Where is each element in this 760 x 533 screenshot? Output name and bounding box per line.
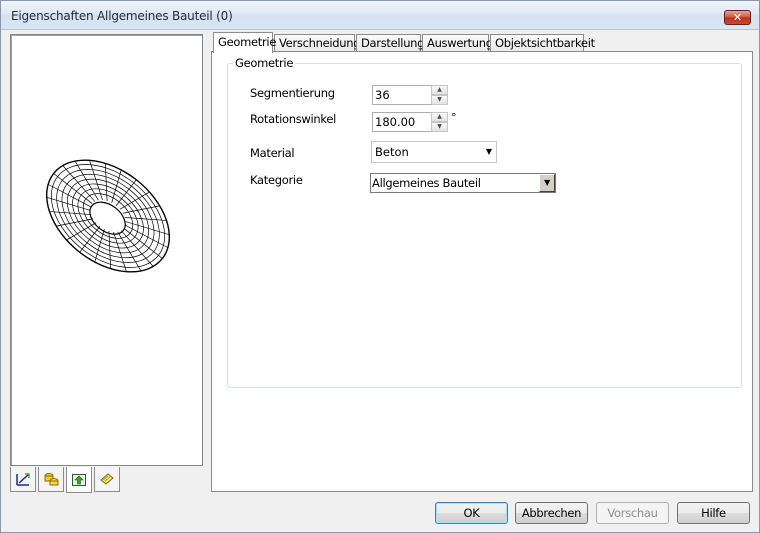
- ok-button[interactable]: OK: [435, 502, 508, 524]
- cancel-button[interactable]: Abbrechen: [515, 502, 588, 524]
- chevron-down-icon[interactable]: ▼: [539, 174, 555, 192]
- material-label: Material: [250, 146, 295, 160]
- material-value: Beton: [375, 145, 409, 159]
- group-title: Geometrie: [233, 56, 296, 70]
- torus-wireframe-preview: [45, 159, 171, 273]
- tab-auswertung[interactable]: Auswertung: [422, 34, 493, 52]
- spin-down-icon[interactable]: ▼: [431, 95, 448, 105]
- coins-icon: [44, 473, 59, 486]
- material-select[interactable]: Beton ▼: [371, 141, 497, 163]
- degree-unit: °: [451, 111, 457, 124]
- kategorie-select[interactable]: Allgemeines Bauteil ▼: [370, 173, 556, 193]
- help-button[interactable]: Hilfe: [677, 502, 750, 524]
- green-arrow-icon: [72, 473, 86, 486]
- tab-darstellung[interactable]: Darstellung: [356, 34, 424, 52]
- rotationswinkel-label: Rotationswinkel: [250, 112, 336, 126]
- tab-geometrie[interactable]: Geometrie: [213, 32, 276, 53]
- window-title: Eigenschaften Allgemeines Bauteil (0): [11, 9, 233, 23]
- preview-tab-coins[interactable]: [38, 467, 64, 492]
- spin-up-icon[interactable]: ▲: [431, 112, 448, 122]
- rotationswinkel-spinner[interactable]: ▲ ▼: [431, 112, 448, 132]
- preview-tab-arrow[interactable]: [66, 467, 92, 493]
- layer-icon: [100, 473, 114, 485]
- spin-down-icon[interactable]: ▼: [431, 122, 448, 132]
- close-button[interactable]: ✕: [724, 10, 751, 25]
- tab-page-geometrie: Geometrie Segmentierung 36 ▲ ▼ Rotations…: [211, 51, 753, 492]
- preview-button: Vorschau: [596, 502, 669, 524]
- segmentierung-input[interactable]: 36: [372, 85, 432, 105]
- segmentierung-label: Segmentierung: [250, 86, 335, 100]
- kategorie-value: Allgemeines Bauteil: [372, 176, 481, 190]
- title-bar[interactable]: Eigenschaften Allgemeines Bauteil (0) ✕: [1, 1, 759, 30]
- kategorie-label: Kategorie: [250, 173, 303, 187]
- preview-panel[interactable]: [10, 34, 203, 466]
- preview-tab-dimension[interactable]: [10, 467, 36, 492]
- tab-objektsichtbarkeit[interactable]: Objektsichtbarkeit: [490, 34, 595, 52]
- dimension-icon: [16, 473, 30, 486]
- rotationswinkel-input[interactable]: 180.00: [372, 112, 432, 132]
- spin-up-icon[interactable]: ▲: [431, 85, 448, 95]
- close-icon: ✕: [732, 11, 743, 24]
- segmentierung-spinner[interactable]: ▲ ▼: [431, 85, 448, 105]
- chevron-down-icon: ▼: [485, 147, 492, 156]
- tab-verschneidung[interactable]: Verschneidung: [274, 34, 361, 52]
- preview-tab-layer[interactable]: [94, 467, 120, 492]
- properties-dialog: Eigenschaften Allgemeines Bauteil (0) ✕: [0, 0, 760, 533]
